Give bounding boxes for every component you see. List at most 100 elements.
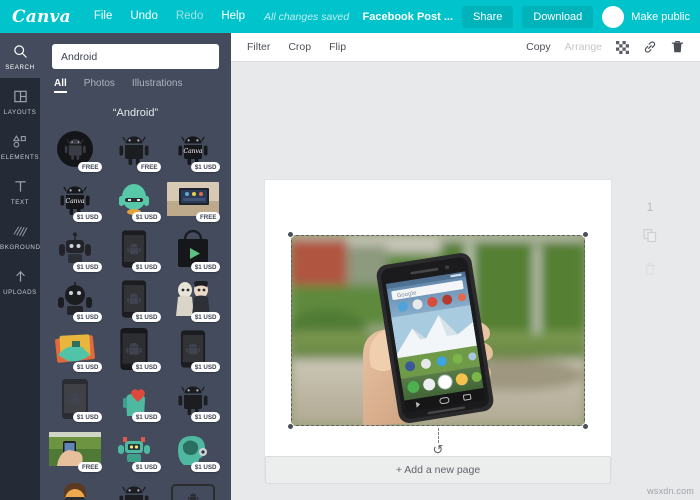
text-icon [0,177,40,196]
add-new-page-button[interactable]: + Add a new page [265,456,611,484]
result-thumbnail[interactable]: Canva $1 USD [164,125,221,173]
site-watermark: wsxdn.com [647,486,694,496]
sidebar-label-text: TEXT [10,199,30,206]
trash-icon[interactable] [671,40,684,54]
delete-page-icon[interactable] [644,262,656,281]
photo-hand-phone[interactable]: Google [291,235,585,426]
result-thumbnail[interactable]: $1 USD [46,375,103,423]
price-badge: FREE [137,162,161,172]
sidebar-item-layouts[interactable]: LAYOUTS [0,78,40,123]
flip-button[interactable]: Flip [329,41,346,53]
tab-all[interactable]: All [54,78,67,93]
search-panel: All Photos Illustrations “Android” FREE [40,33,231,500]
design-page[interactable]: Google ↺ [265,180,611,478]
page-number: 1 [646,200,654,214]
transparency-icon[interactable] [616,40,629,54]
result-thumbnail[interactable]: FREE [105,125,162,173]
result-thumbnail[interactable]: FREE [46,425,103,473]
sidebar-item-text[interactable]: TEXT [0,168,40,213]
search-icon [0,42,40,61]
result-thumbnail[interactable]: $1 USD [46,325,103,373]
result-thumbnail[interactable]: $1 USD [105,225,162,273]
sidebar-label-layouts: LAYOUTS [3,109,37,116]
sidebar-item-uploads[interactable]: UPLOADS [0,258,40,303]
result-thumbnail[interactable]: Canva $1 USD [46,175,103,223]
duplicate-page-icon[interactable] [643,228,657,248]
tab-photos[interactable]: Photos [84,78,115,93]
toggle-knob-icon[interactable] [602,5,625,28]
price-badge: $1 USD [132,312,161,322]
resize-handle-bottom-right[interactable] [582,423,589,430]
result-tabs: All Photos Illustrations [40,69,231,93]
resize-handle-top-right[interactable] [582,231,589,238]
left-icon-rail: SEARCH LAYOUTS ELEMENTS TEXT BKGROUND UP… [0,33,40,500]
arrange-button: Arrange [564,41,602,53]
make-public-label: Make public [631,10,690,23]
resize-handle-top-left[interactable] [287,231,294,238]
result-thumbnail[interactable]: $1 USD [105,275,162,323]
result-thumbnail[interactable]: $1 USD [105,475,162,500]
sidebar-item-background[interactable]: BKGROUND [0,213,40,258]
sidebar-item-elements[interactable]: ELEMENTS [0,123,40,168]
canva-editor: Canva File Undo Redo Help All changes sa… [0,0,700,500]
sidebar-item-search[interactable]: SEARCH [0,33,40,78]
price-badge: $1 USD [191,262,220,272]
layouts-icon [0,87,40,106]
link-icon[interactable] [643,40,657,54]
rotate-stem [438,428,439,443]
download-button[interactable]: Download [522,5,594,28]
result-thumbnail[interactable]: $1 USD [105,425,162,473]
price-badge: FREE [78,462,102,472]
tab-illustrations[interactable]: Illustrations [132,78,183,93]
result-thumbnail[interactable]: FREE [164,175,221,223]
copy-button[interactable]: Copy [526,41,551,53]
toolbar-right-group: Copy Arrange [526,40,684,54]
selected-image[interactable]: Google ↺ [287,231,589,456]
price-badge: $1 USD [191,162,220,172]
result-thumbnail[interactable]: $1 USD [164,425,221,473]
result-thumbnail[interactable]: $1 USD [164,325,221,373]
menu-file[interactable]: File [85,0,122,33]
page-controls: 1 [636,180,664,281]
result-thumbnail[interactable]: $1 USD [46,475,103,500]
rotate-handle[interactable]: ↺ [433,443,444,456]
background-icon [0,222,40,241]
price-badge: $1 USD [73,362,102,372]
menu-help[interactable]: Help [212,0,254,33]
result-thumbnail[interactable]: $1 USD [164,225,221,273]
search-input[interactable] [61,50,210,63]
crop-button[interactable]: Crop [288,41,311,53]
menu-redo[interactable]: Redo [167,0,213,33]
result-thumbnail[interactable]: $1 USD [164,275,221,323]
document-title[interactable]: Facebook Post ... [363,11,453,23]
price-badge: $1 USD [132,212,161,222]
result-thumbnail[interactable]: FREE [46,125,103,173]
price-badge: $1 USD [132,362,161,372]
result-thumbnail[interactable]: $1 USD [105,175,162,223]
make-public-toggle[interactable]: Make public [602,5,690,28]
save-status: All changes saved [264,10,350,23]
price-badge: $1 USD [73,212,102,222]
result-thumbnail[interactable]: $1 USD [105,375,162,423]
result-thumbnail[interactable]: $1 USD [164,375,221,423]
price-badge: $1 USD [132,262,161,272]
result-thumbnail[interactable]: $1 USD [46,225,103,273]
filter-button[interactable]: Filter [247,41,270,53]
menu-undo[interactable]: Undo [121,0,167,33]
resize-handle-bottom-left[interactable] [287,423,294,430]
result-thumbnail[interactable]: $1 USD [164,475,221,500]
sidebar-label-elements: ELEMENTS [0,154,40,161]
canva-logo[interactable]: Canva [10,7,71,27]
sidebar-label-uploads: UPLOADS [3,289,37,296]
svg-text:Canva: Canva [183,148,202,155]
search-field[interactable] [52,44,219,69]
svg-text:Canva: Canva [65,198,84,205]
workspace: Filter Crop Flip Copy Arrange Google ↺ 1… [231,33,700,500]
price-badge: FREE [78,162,102,172]
price-badge: $1 USD [132,412,161,422]
result-thumbnail[interactable]: $1 USD [105,325,162,373]
price-badge: $1 USD [191,312,220,322]
result-thumbnail[interactable]: $1 USD [46,275,103,323]
top-bar-actions: Facebook Post ... Share Download Make pu… [363,5,690,28]
share-button[interactable]: Share [462,5,514,28]
